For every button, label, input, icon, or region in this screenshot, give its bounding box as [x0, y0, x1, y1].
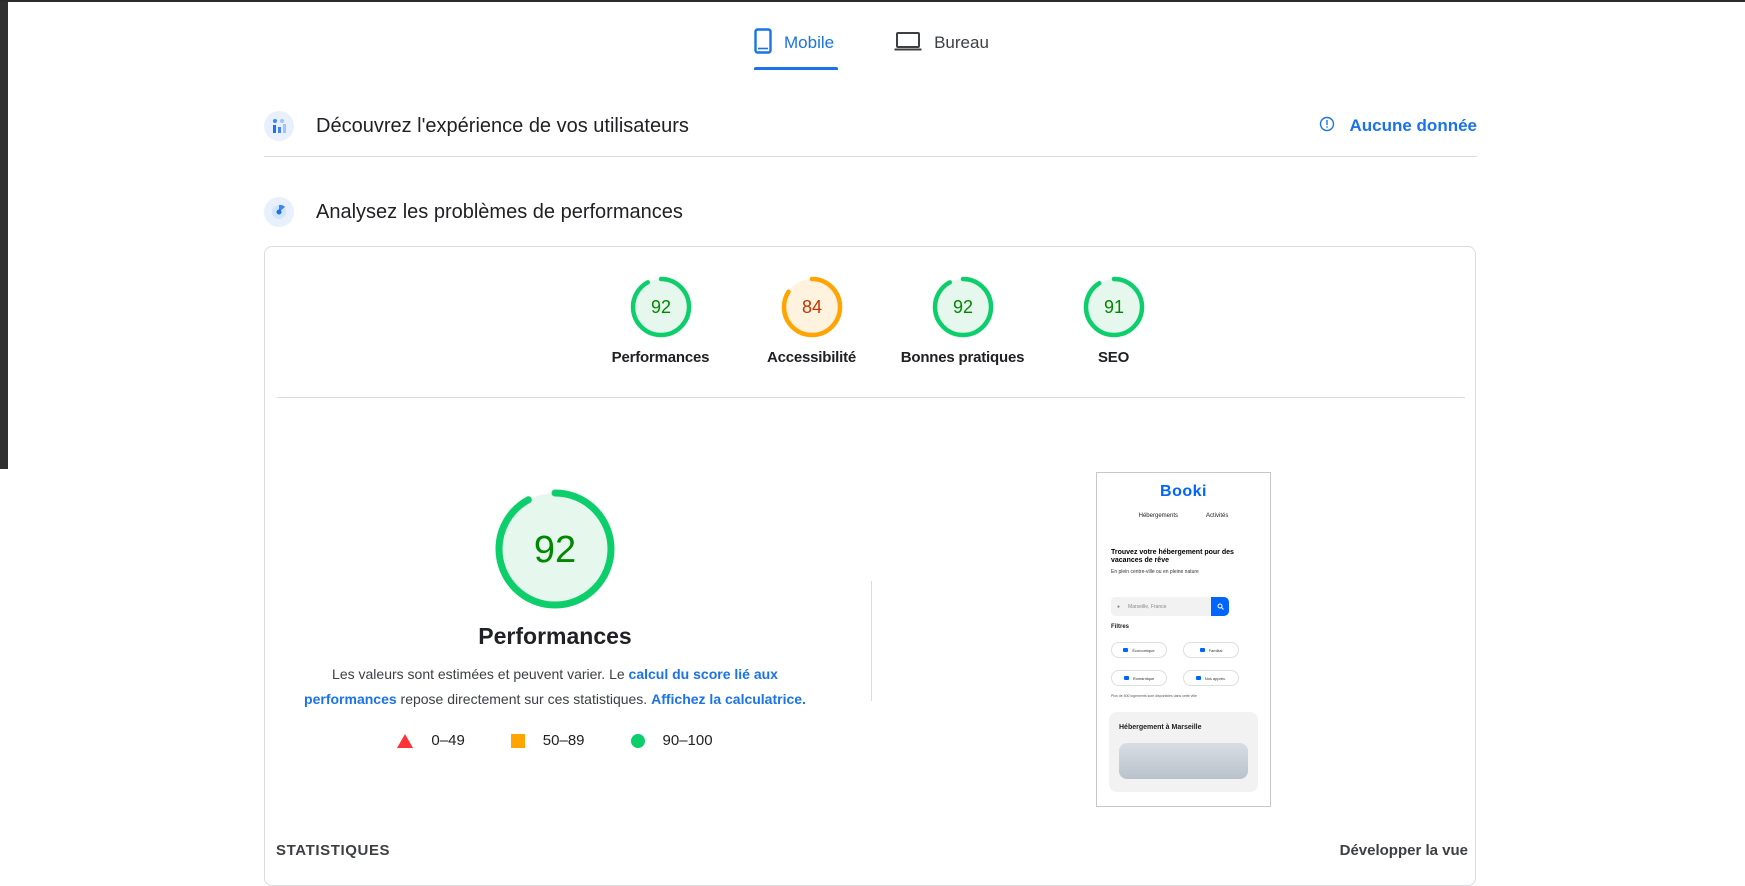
gauge-accessibility-ring: 84 [781, 276, 842, 338]
info-icon [1319, 116, 1335, 137]
screenshot-filter-chips: Économique Familial Romantique Nos appré… [1111, 642, 1251, 686]
screenshot-search: ● Marseille, France [1111, 597, 1270, 616]
legend-pass-range: 90–100 [662, 732, 713, 749]
screenshot-note: Plus de 500 logements sont disponibles d… [1111, 694, 1197, 698]
phone-icon [754, 27, 772, 59]
vertical-divider [871, 581, 872, 701]
circle-icon [630, 733, 645, 748]
gauge-seo-score: 91 [1103, 297, 1123, 317]
gauge-best-practices-ring: 92 [932, 276, 993, 338]
screenshot-chip: Économique [1111, 642, 1167, 658]
field-data-section: Découvrez l'expérience de vos utilisateu… [264, 96, 1477, 157]
window-top-edge [0, 0, 1745, 2]
legend-fail-range: 0–49 [431, 732, 465, 749]
gauge-accessibility-label: Accessibilité [766, 349, 857, 366]
screenshot-panel-title: Hébergement à Marseille [1119, 724, 1202, 731]
chip-icon [1199, 648, 1205, 652]
search-icon [1217, 603, 1224, 610]
tab-desktop[interactable]: Bureau [880, 20, 993, 66]
gauge-best-practices-label: Bonnes pratiques [900, 349, 1025, 366]
no-data-label: Aucune donnée [1349, 116, 1477, 135]
legend-fail: 0–49 [397, 732, 465, 749]
users-chart-icon [264, 111, 294, 141]
gauge-seo-ring: 91 [1083, 276, 1144, 338]
description-text-1: Les valeurs sont estimées et peuvent var… [332, 666, 629, 682]
screenshot-chip-label: Romantique [1132, 675, 1155, 681]
gauge-performance-ring: 92 [630, 276, 691, 338]
field-data-title: Découvrez l'expérience de vos utilisateu… [316, 114, 689, 137]
performance-summary: 92 Performances Les valeurs sont estimée… [285, 487, 825, 749]
gauge-best-practices[interactable]: 92 Bonnes pratiques [887, 275, 1038, 366]
calculator-link[interactable]: Affichez la calculatrice. [651, 691, 806, 707]
screenshot-chip-label: Nos appréc. [1204, 675, 1227, 681]
gauge-performance[interactable]: 92 Performances [585, 275, 736, 366]
gauge-best-practices-score: 92 [952, 297, 972, 317]
square-icon [510, 733, 525, 748]
screenshot-search-field: ● Marseille, France [1111, 597, 1211, 616]
screenshot-chip: Nos appréc. [1183, 670, 1239, 686]
location-pin-icon: ● [1117, 603, 1121, 610]
device-tabs: Mobile Bureau [740, 20, 993, 70]
expand-view-toggle[interactable]: Développer la vue [1340, 842, 1468, 859]
metrics-title: STATISTIQUES [276, 842, 391, 859]
screenshot-search-placeholder: Marseille, France [1128, 603, 1167, 610]
gauge-accessibility-score: 84 [801, 297, 821, 317]
screenshot-panel: Hébergement à Marseille [1109, 712, 1258, 792]
screenshot-chip: Romantique [1111, 670, 1167, 686]
legend-average-range: 50–89 [542, 732, 585, 749]
screenshot-nav: Hébergements Activités [1097, 513, 1270, 519]
window-edge [0, 0, 8, 469]
performance-title: Performances [478, 623, 632, 649]
screenshot-chip-label: Économique [1132, 647, 1155, 653]
description-text-2: repose directement sur ces statistiques. [396, 691, 652, 707]
metrics-header: STATISTIQUES Développer la vue [276, 842, 1468, 859]
screenshot-chip: Familial [1183, 642, 1239, 658]
no-data-status[interactable]: Aucune donnée [1319, 116, 1477, 137]
triangle-icon [397, 733, 414, 748]
screenshot-nav-item: Activités [1206, 513, 1229, 519]
main-performance-gauge: 92 [495, 489, 615, 609]
screenshot-panel-image [1119, 743, 1248, 779]
legend-average: 50–89 [510, 732, 585, 749]
screenshot-logo: Booki [1160, 483, 1207, 500]
screenshot-filters-label: Filtres [1111, 624, 1130, 630]
tab-mobile-label: Mobile [784, 33, 835, 52]
page-screenshot[interactable]: Booki Hébergements Activités Trouvez vot… [1096, 472, 1271, 807]
card-divider [277, 397, 1465, 398]
gauge-performance-label: Performances [611, 349, 710, 366]
main-performance-score: 92 [534, 529, 576, 571]
chip-icon [1123, 648, 1129, 652]
report-card: 92 Performances 84 Accessibilité 92 Bonn… [264, 246, 1476, 886]
radar-icon [264, 197, 294, 227]
chip-icon [1195, 676, 1201, 680]
screenshot-search-button [1211, 597, 1229, 616]
gauge-performance-score: 92 [650, 297, 670, 317]
score-legend: 0–49 50–89 90–100 [397, 732, 713, 749]
chip-icon [1123, 676, 1129, 680]
lab-data-section: Analysez les problèmes de performances [264, 190, 1477, 234]
gauge-seo[interactable]: 91 SEO [1038, 275, 1189, 366]
lab-data-title: Analysez les problèmes de performances [316, 200, 683, 223]
screenshot-chip-label: Familial [1208, 647, 1223, 653]
screenshot-nav-item: Hébergements [1138, 513, 1178, 519]
score-gauges: 92 Performances 84 Accessibilité 92 Bonn… [585, 275, 1189, 366]
legend-pass: 90–100 [630, 732, 713, 749]
laptop-icon [894, 31, 922, 56]
gauge-seo-label: SEO [1097, 349, 1130, 366]
gauge-accessibility[interactable]: 84 Accessibilité [736, 275, 887, 366]
tab-mobile[interactable]: Mobile [740, 20, 839, 70]
screenshot-subline: En plein centre-ville ou en pleine natur… [1111, 569, 1199, 575]
performance-description: Les valeurs sont estimées et peuvent var… [295, 662, 815, 712]
screenshot-headline: Trouvez votre hébergement pour des vacan… [1111, 549, 1234, 564]
tab-desktop-label: Bureau [934, 33, 989, 52]
